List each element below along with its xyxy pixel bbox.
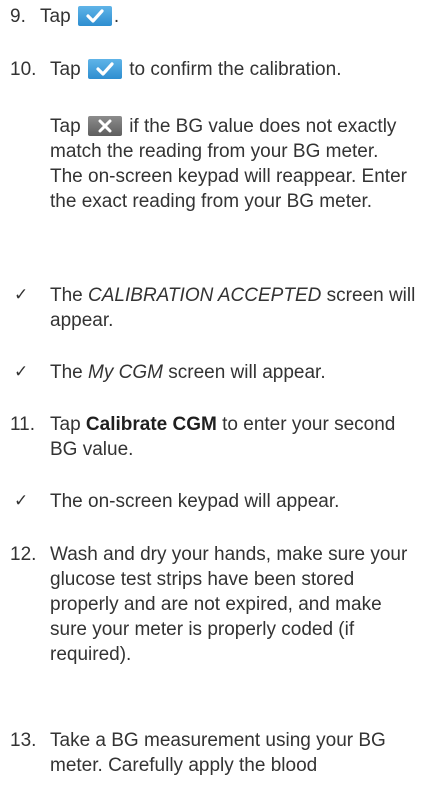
result-text: The CALIBRATION ACCEPTED screen will app… bbox=[50, 285, 416, 331]
step-text: Tap to confirm the calibration. bbox=[50, 59, 342, 80]
step-number: 10. bbox=[10, 59, 37, 80]
cancel-button-icon bbox=[87, 116, 122, 136]
step-text: Wash and dry your hands, make sure your … bbox=[50, 544, 408, 665]
step-text: Tap . bbox=[40, 6, 120, 27]
step-number: 13. bbox=[10, 730, 37, 751]
checkmark-icon: ✓ bbox=[14, 491, 29, 511]
checkmark-icon: ✓ bbox=[14, 285, 29, 305]
checkmark-icon: ✓ bbox=[14, 362, 29, 382]
step-text: Take a BG measurement using your BG mete… bbox=[50, 730, 386, 776]
step-number: 11. bbox=[10, 414, 36, 435]
note-text: Tap if the BG value does not exactly mat… bbox=[50, 116, 407, 212]
confirm-button-icon bbox=[87, 59, 122, 79]
result-text: The on-screen keypad will appear. bbox=[50, 491, 340, 512]
confirm-button-icon bbox=[77, 6, 112, 26]
step-number: 12. bbox=[10, 544, 37, 565]
result-text: The My CGM screen will appear. bbox=[50, 362, 326, 383]
step-text: Tap Calibrate CGM to enter your second B… bbox=[50, 414, 396, 460]
step-number: 9. bbox=[10, 6, 26, 27]
